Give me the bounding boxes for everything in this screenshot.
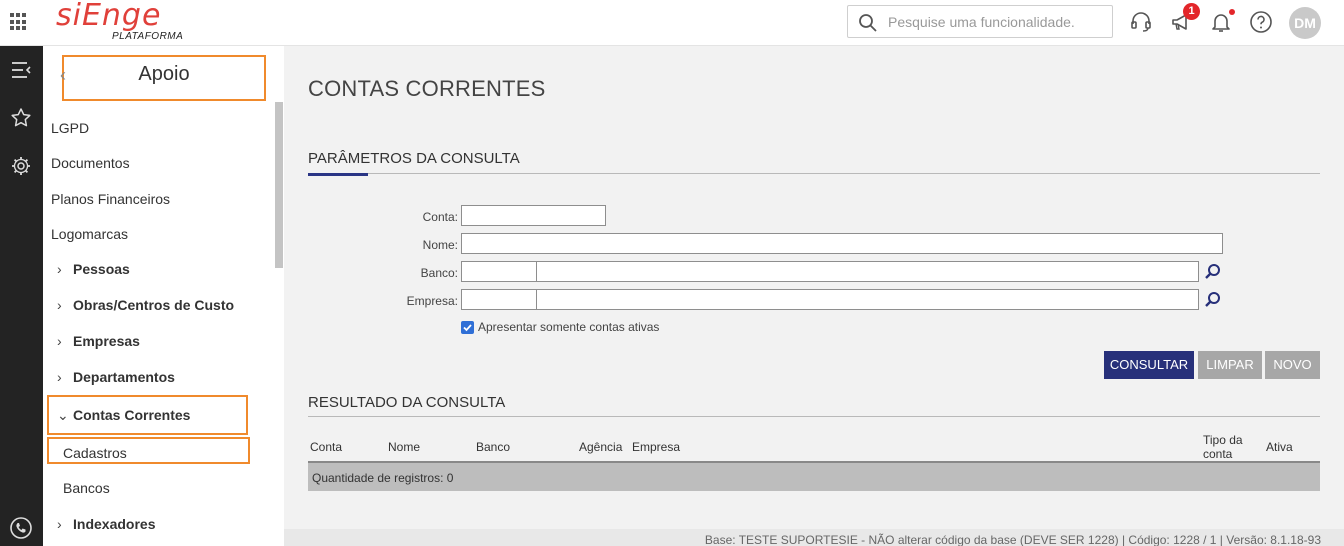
- chevron-right-icon: ›: [57, 297, 62, 313]
- sidebar-group-pessoas[interactable]: › Pessoas: [57, 261, 130, 277]
- logo-subtitle: PLATAFORMA: [112, 31, 184, 42]
- menu-toggle-icon[interactable]: [9, 58, 33, 82]
- top-bar: siEnge PLATAFORMA 1 DM: [0, 0, 1344, 46]
- sidebar-item-documentos[interactable]: Documentos: [51, 155, 130, 171]
- sidebar-group-label: Pessoas: [73, 261, 130, 277]
- empresa-label: Empresa:: [406, 294, 458, 308]
- results-divider: [308, 416, 1320, 417]
- chevron-right-icon: ›: [57, 261, 62, 277]
- limpar-button[interactable]: LIMPAR: [1198, 351, 1262, 379]
- user-avatar[interactable]: DM: [1289, 7, 1321, 39]
- col-header-banco[interactable]: Banco: [476, 440, 510, 454]
- sidebar-group-label: Obras/Centros de Custo: [73, 297, 235, 313]
- chevron-right-icon: ›: [57, 369, 62, 385]
- sidebar-header[interactable]: ‹ Apoio: [60, 55, 266, 101]
- nome-field[interactable]: [461, 233, 1223, 254]
- sidebar: ‹ Apoio LGPD Documentos Planos Financeir…: [43, 46, 284, 546]
- col-header-nome[interactable]: Nome: [388, 440, 420, 454]
- active-only-checkbox[interactable]: [461, 321, 474, 334]
- sidebar-group-label: Contas Correntes: [73, 407, 191, 423]
- conta-label: Conta:: [422, 210, 458, 224]
- gear-icon[interactable]: [9, 154, 33, 178]
- sidebar-group-label: Empresas: [73, 333, 140, 349]
- star-icon[interactable]: [9, 106, 33, 130]
- banco-label: Banco:: [420, 266, 458, 280]
- help-icon[interactable]: [1249, 10, 1273, 34]
- chevron-right-icon: ›: [57, 333, 62, 349]
- nome-label: Nome:: [422, 238, 458, 252]
- apps-grid-icon[interactable]: [10, 13, 28, 31]
- banco-name-field[interactable]: [536, 261, 1199, 282]
- search-icon: [859, 14, 877, 32]
- sidebar-group-indexadores[interactable]: › Indexadores: [57, 516, 155, 532]
- results-section-title: RESULTADO DA CONSULTA: [308, 394, 506, 411]
- empresa-name-field[interactable]: [536, 289, 1199, 310]
- sidebar-item-cadastros[interactable]: Cadastros: [63, 445, 127, 461]
- col-header-tipo-line1: Tipo da: [1203, 433, 1243, 447]
- params-divider: [308, 173, 1320, 174]
- sidebar-group-label: Indexadores: [73, 516, 156, 532]
- sidebar-item-lgpd[interactable]: LGPD: [51, 120, 89, 136]
- col-header-tipo-line2: conta: [1203, 447, 1233, 461]
- col-header-agencia[interactable]: Agência: [579, 440, 622, 454]
- sidebar-scrollbar[interactable]: [275, 102, 283, 268]
- col-header-empresa[interactable]: Empresa: [632, 440, 680, 454]
- empresa-search-icon[interactable]: [1203, 290, 1223, 310]
- empresa-code-field[interactable]: [461, 289, 537, 310]
- status-footer: Base: TESTE SUPORTESIE - NÃO alterar cód…: [284, 529, 1344, 546]
- page-title: CONTAS CORRENTES: [308, 76, 546, 101]
- sidebar-group-contas-correntes[interactable]: ⌄ Contas Correntes: [57, 407, 190, 424]
- headset-icon[interactable]: [1129, 10, 1153, 34]
- chevron-down-icon: ⌄: [57, 407, 69, 423]
- sidebar-item-bancos[interactable]: Bancos: [63, 480, 110, 496]
- sidebar-group-obras[interactable]: › Obras/Centros de Custo: [57, 297, 234, 313]
- col-header-conta[interactable]: Conta: [310, 440, 342, 454]
- notification-badge: 1: [1183, 3, 1200, 20]
- left-rail: [0, 46, 43, 546]
- bell-alert-dot: [1229, 9, 1235, 15]
- consultar-button[interactable]: CONSULTAR: [1104, 351, 1194, 379]
- record-count: Quantidade de registros: 0: [308, 463, 1320, 491]
- banco-code-field[interactable]: [461, 261, 537, 282]
- phone-icon[interactable]: [9, 516, 33, 540]
- col-header-ativa[interactable]: Ativa: [1266, 440, 1293, 454]
- search-input[interactable]: [888, 12, 1104, 32]
- chevron-right-icon: ›: [57, 516, 62, 532]
- active-only-label[interactable]: Apresentar somente contas ativas: [478, 320, 659, 334]
- novo-button[interactable]: NOVO: [1265, 351, 1320, 379]
- search-box[interactable]: [847, 5, 1113, 38]
- sidebar-title: Apoio: [138, 63, 190, 85]
- sidebar-group-label: Departamentos: [73, 369, 175, 385]
- logo-wordmark: siEnge: [56, 0, 162, 33]
- sidebar-item-logomarcas[interactable]: Logomarcas: [51, 226, 128, 242]
- checkmark-icon: [463, 324, 472, 332]
- main-content: CONTAS CORRENTES PARÂMETROS DA CONSULTA …: [284, 46, 1344, 546]
- banco-search-icon[interactable]: [1203, 262, 1223, 282]
- params-section-title: PARÂMETROS DA CONSULTA: [308, 150, 520, 167]
- sidebar-group-departamentos[interactable]: › Departamentos: [57, 369, 175, 385]
- sidebar-item-planos-financeiros[interactable]: Planos Financeiros: [51, 191, 170, 207]
- sidebar-group-empresas[interactable]: › Empresas: [57, 333, 140, 349]
- sienge-logo[interactable]: siEnge PLATAFORMA: [56, 0, 183, 44]
- params-accent: [308, 173, 368, 176]
- col-header-tipo-conta[interactable]: Tipo da conta: [1203, 433, 1243, 461]
- conta-field[interactable]: [461, 205, 606, 226]
